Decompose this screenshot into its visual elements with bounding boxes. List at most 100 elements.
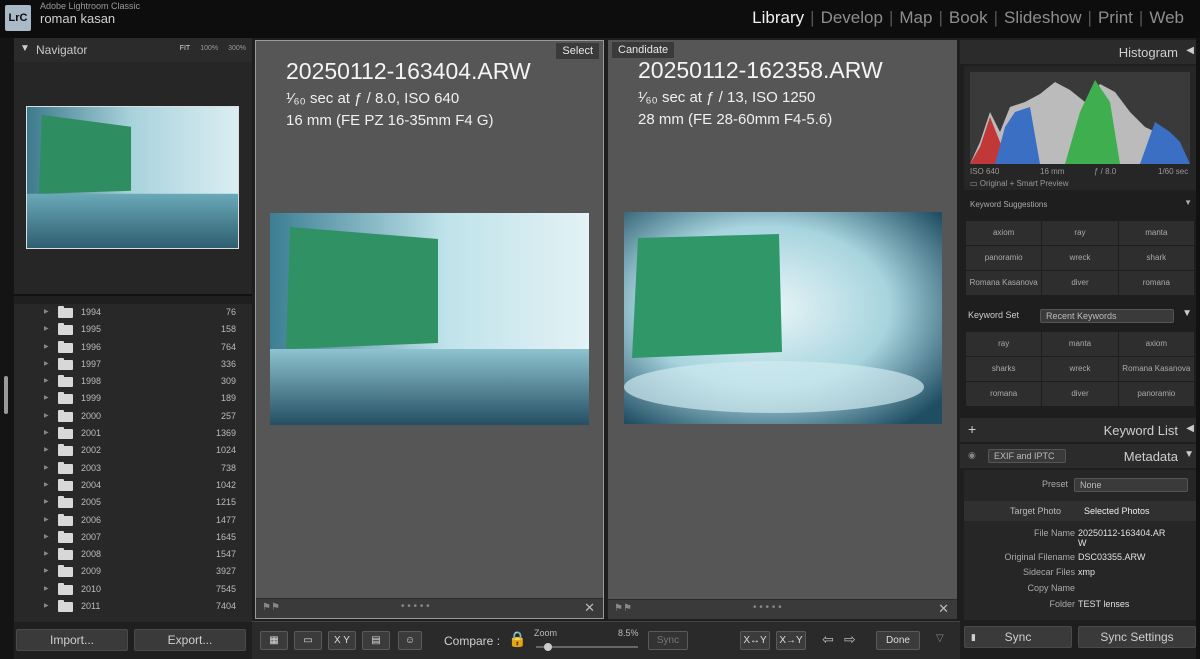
keyword-chip[interactable]: ray: [1042, 221, 1118, 245]
collapse-triangle-icon[interactable]: ◀: [1186, 45, 1194, 56]
folder-row[interactable]: ▶ 2006 1477: [14, 512, 252, 529]
module-slideshow[interactable]: Slideshow: [998, 8, 1088, 28]
lock-icon[interactable]: 🔒: [508, 630, 527, 648]
keyword-chip[interactable]: Romana Kasanova: [1118, 357, 1194, 381]
folder-row[interactable]: ▶ 1995 158: [14, 321, 252, 338]
expand-triangle-icon[interactable]: ▶: [44, 394, 49, 401]
keyword-chip[interactable]: Romana Kasanova: [966, 271, 1042, 295]
sync-button[interactable]: ▮ Sync: [964, 626, 1072, 648]
folder-row[interactable]: ▶ 2000 257: [14, 408, 252, 425]
candidate-pane[interactable]: Candidate 20250112-162358.ARW ¹⁄₆₀ sec a…: [608, 40, 957, 619]
close-icon[interactable]: ✕: [584, 600, 595, 616]
people-view-icon[interactable]: ☺: [398, 631, 422, 650]
zoom-300-option[interactable]: 300%: [228, 45, 246, 52]
folder-row[interactable]: ▶ 1997 336: [14, 356, 252, 373]
expand-triangle-icon[interactable]: ▶: [44, 498, 49, 505]
folder-row[interactable]: ▶ 2008 1547: [14, 546, 252, 563]
add-keyword-icon[interactable]: +: [968, 421, 976, 437]
survey-view-icon[interactable]: ▤: [362, 631, 390, 650]
swap-button[interactable]: X↔Y: [740, 631, 770, 650]
expand-triangle-icon[interactable]: ▶: [44, 360, 49, 367]
folder-row[interactable]: ▶ 2010 7545: [14, 581, 252, 598]
folder-row[interactable]: ▶ 1998 309: [14, 373, 252, 390]
keyword-chip[interactable]: panoramio: [1118, 382, 1194, 406]
keyword-chip[interactable]: manta: [1118, 221, 1194, 245]
folder-row[interactable]: ▶ 2001 1369: [14, 425, 252, 442]
collapse-triangle-icon[interactable]: ▼: [1184, 449, 1194, 460]
expand-triangle-icon[interactable]: ▶: [44, 550, 49, 557]
expand-triangle-icon[interactable]: ▶: [44, 585, 49, 592]
metadata-value[interactable]: TEST lenses: [1078, 599, 1129, 609]
keyword-chip[interactable]: wreck: [1042, 246, 1118, 270]
keyword-chip[interactable]: wreck: [1042, 357, 1118, 381]
compare-view-button[interactable]: X Y: [328, 631, 356, 650]
previous-arrow-icon[interactable]: ⇦: [822, 631, 834, 648]
select-pane[interactable]: Select 20250112-163404.ARW ¹⁄₆₀ sec at ƒ…: [255, 40, 604, 619]
module-develop[interactable]: Develop: [815, 8, 889, 28]
expand-triangle-icon[interactable]: ▶: [44, 567, 49, 574]
module-book[interactable]: Book: [943, 8, 994, 28]
folder-row[interactable]: ▶ 2005 1215: [14, 494, 252, 511]
expand-triangle-icon[interactable]: ▶: [44, 343, 49, 350]
metadata-value[interactable]: DSC03355.ARW: [1078, 552, 1145, 562]
metadata-value[interactable]: xmp: [1078, 567, 1095, 577]
keyword-chip[interactable]: diver: [1042, 382, 1118, 406]
module-map[interactable]: Map: [893, 8, 938, 28]
sync-toolbar-button[interactable]: Sync: [648, 631, 688, 650]
expand-triangle-icon[interactable]: ▶: [44, 533, 49, 540]
rating-dots[interactable]: • • • • •: [753, 602, 782, 613]
folder-row[interactable]: ▶ 2009 3927: [14, 563, 252, 580]
module-web[interactable]: Web: [1143, 8, 1190, 28]
sync-settings-button[interactable]: Sync Settings: [1078, 626, 1196, 648]
preset-select[interactable]: None: [1074, 478, 1188, 492]
histogram-header[interactable]: Histogram ◀: [960, 40, 1200, 64]
collapse-triangle-icon[interactable]: ▼: [1184, 198, 1192, 207]
rating-dots[interactable]: • • • • •: [401, 601, 430, 612]
zoom-100-option[interactable]: 100%: [200, 45, 218, 52]
expand-triangle-icon[interactable]: ▶: [44, 412, 49, 419]
folder-row[interactable]: ▶ 2004 1042: [14, 477, 252, 494]
zoom-slider-thumb[interactable]: [543, 643, 552, 651]
keyword-suggestions-header[interactable]: Keyword Suggestions ▼: [964, 198, 1196, 210]
metadata-value[interactable]: 20250112-163404.AR W: [1078, 528, 1165, 548]
keyword-chip[interactable]: axiom: [1118, 332, 1194, 356]
import-button[interactable]: Import...: [16, 629, 128, 651]
keyword-chip[interactable]: ray: [966, 332, 1042, 356]
expand-triangle-icon[interactable]: ▶: [44, 464, 49, 471]
folder-row[interactable]: ▶ 2003 738: [14, 460, 252, 477]
sync-switch-icon[interactable]: ▮: [971, 627, 976, 647]
keyword-chip[interactable]: panoramio: [966, 246, 1042, 270]
candidate-photo[interactable]: [624, 212, 942, 424]
panel-scroll-handle[interactable]: [4, 376, 8, 414]
close-icon[interactable]: ✕: [938, 601, 949, 617]
flag-icon[interactable]: ⚑⚑: [614, 603, 632, 614]
keyword-chip[interactable]: diver: [1042, 271, 1118, 295]
identity-plate[interactable]: roman kasan: [40, 11, 115, 26]
eye-icon[interactable]: ◉: [968, 450, 976, 461]
export-button[interactable]: Export...: [134, 629, 246, 651]
expand-triangle-icon[interactable]: ▶: [44, 446, 49, 453]
select-photo[interactable]: [270, 213, 589, 425]
histogram-graph[interactable]: [970, 72, 1190, 164]
metadata-view-select[interactable]: EXIF and IPTC: [988, 449, 1066, 463]
expand-triangle-icon[interactable]: ▶: [44, 481, 49, 488]
collapse-triangle-icon[interactable]: ▼: [1182, 308, 1192, 319]
grid-view-icon[interactable]: ▦: [260, 631, 288, 650]
keyword-chip[interactable]: romana: [1118, 271, 1194, 295]
keyword-chip[interactable]: manta: [1042, 332, 1118, 356]
collapse-triangle-icon[interactable]: ▼: [20, 43, 30, 54]
folder-row[interactable]: ▶ 1994 76: [14, 304, 252, 321]
done-button[interactable]: Done: [876, 631, 920, 650]
keyword-chip[interactable]: romana: [966, 382, 1042, 406]
flag-icon[interactable]: ⚑⚑: [262, 602, 280, 613]
toolbar-menu-icon[interactable]: ▽: [936, 633, 944, 644]
folder-row[interactable]: ▶ 2002 1024: [14, 442, 252, 459]
module-library[interactable]: Library: [746, 8, 810, 28]
next-arrow-icon[interactable]: ⇨: [844, 631, 856, 648]
expand-triangle-icon[interactable]: ▶: [44, 308, 49, 315]
expand-triangle-icon[interactable]: ▶: [44, 429, 49, 436]
navigator-preview[interactable]: [14, 62, 252, 296]
folder-row[interactable]: ▶ 1996 764: [14, 339, 252, 356]
module-print[interactable]: Print: [1092, 8, 1139, 28]
folder-row[interactable]: ▶ 2011 7404: [14, 598, 252, 615]
